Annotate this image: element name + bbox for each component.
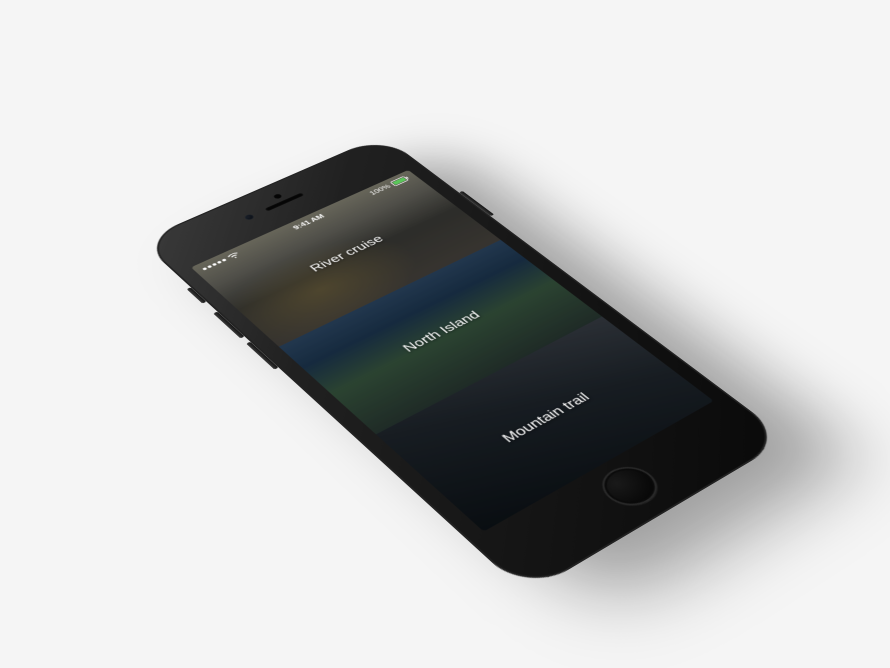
- home-button[interactable]: [591, 459, 668, 513]
- phone-device-frame: 9:41 AM 100% River cruise: [140, 135, 788, 594]
- front-camera: [243, 214, 255, 221]
- earpiece-speaker: [265, 193, 305, 212]
- list-item-mountain-trail[interactable]: Mountain trail: [376, 316, 714, 531]
- card-title: Mountain trail: [498, 390, 593, 446]
- destination-list[interactable]: River cruise North Island Mountain trail: [191, 170, 714, 532]
- phone-screen: 9:41 AM 100% River cruise: [191, 170, 714, 532]
- wifi-icon: [227, 252, 241, 260]
- proximity-sensor: [273, 193, 283, 199]
- card-background-image: [376, 316, 714, 531]
